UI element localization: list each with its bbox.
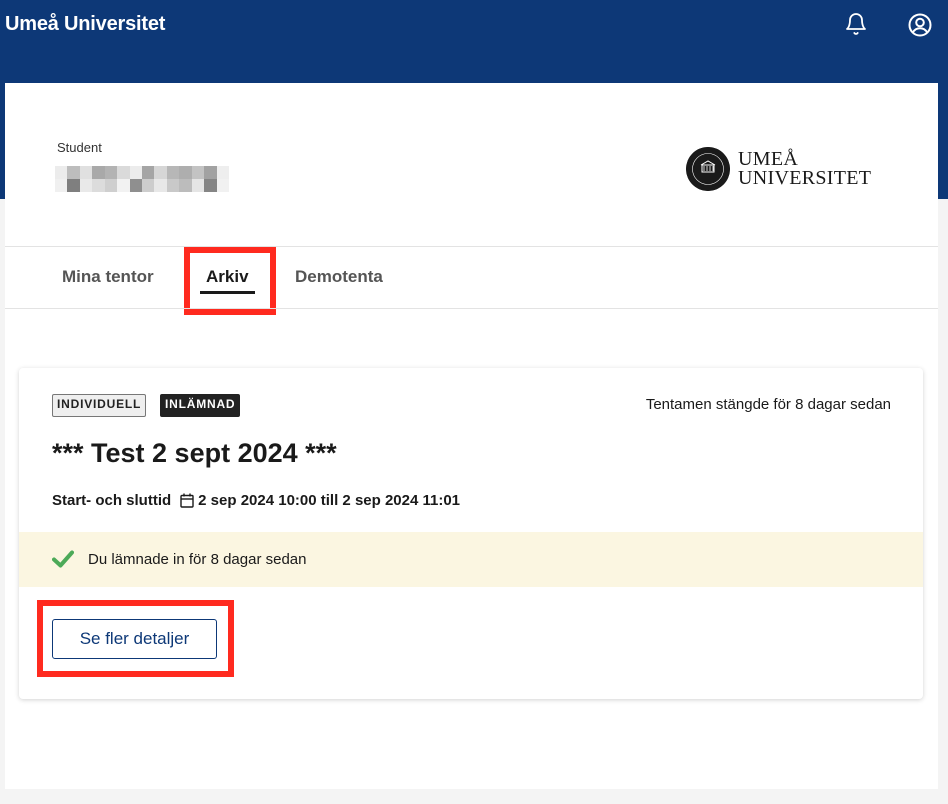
time-label: Start- och sluttid xyxy=(52,492,172,509)
role-label: Student xyxy=(57,140,102,155)
user-icon[interactable] xyxy=(907,12,933,38)
logo-line-2: UNIVERSITET xyxy=(738,167,872,189)
tab-mina-tentor[interactable]: Mina tentor xyxy=(62,267,154,287)
time-value: 2 sep 2024 10:00 till 2 sep 2024 11:01 xyxy=(198,492,461,509)
exam-time-row: Start- och sluttid 2 sep 2024 10:00 till… xyxy=(52,492,460,509)
brand-title: Umeå Universitet xyxy=(5,13,166,35)
submitted-text: Du lämnade in för 8 dagar sedan xyxy=(88,551,307,568)
checkmark-icon xyxy=(52,550,74,568)
exam-card: INDIVIDUELL INLÄMNAD Tentamen stängde fö… xyxy=(19,368,923,699)
bell-icon[interactable] xyxy=(844,12,868,36)
university-seal-icon xyxy=(686,147,730,191)
university-logo: UMEÅ UNIVERSITET xyxy=(686,147,871,191)
divider xyxy=(5,308,938,309)
badge-submitted: INLÄMNAD xyxy=(160,394,241,417)
logo-wordmark: UMEÅ UNIVERSITET xyxy=(738,149,872,189)
closed-status: Tentamen stängde för 8 dagar sedan xyxy=(645,396,891,413)
exam-title: *** Test 2 sept 2024 *** xyxy=(52,438,337,468)
see-details-button[interactable]: Se fler detaljer xyxy=(52,619,217,659)
tab-bar: Mina tentor Arkiv Demotenta xyxy=(5,247,938,315)
tab-highlight-box xyxy=(184,247,276,315)
tab-demotenta[interactable]: Demotenta xyxy=(295,267,383,287)
calendar-icon xyxy=(180,493,194,508)
badge-individual: INDIVIDUELL xyxy=(52,394,147,417)
main-panel: Student UMEÅ UNIVERSITET Mina tentor Ark… xyxy=(5,83,938,789)
submitted-notice: Du lämnade in för 8 dagar sedan xyxy=(19,532,923,587)
student-name-blurred xyxy=(55,166,229,192)
